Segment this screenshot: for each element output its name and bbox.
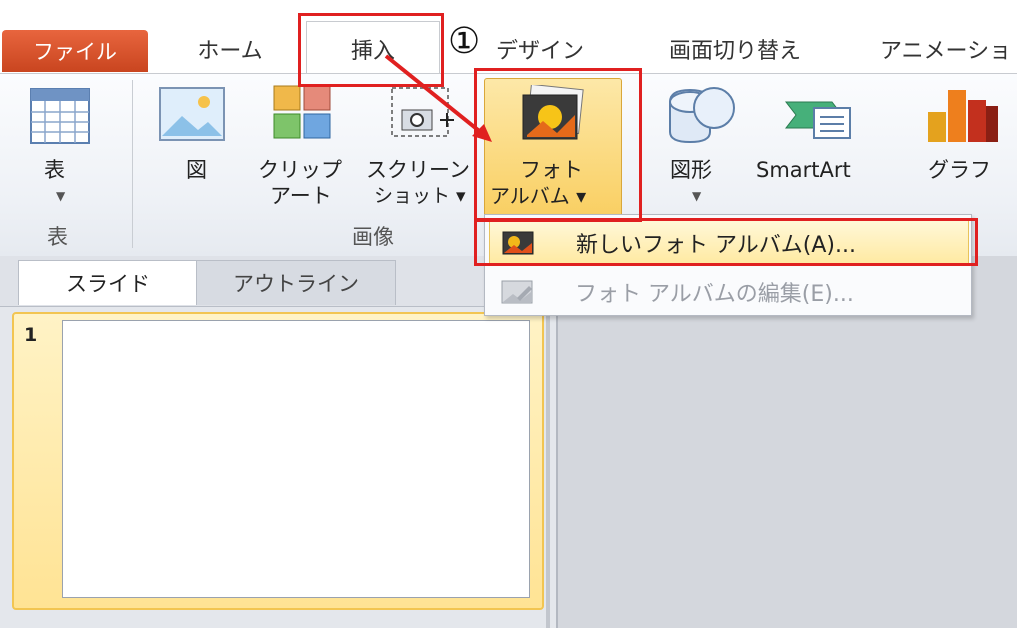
- clipart-icon: [273, 85, 331, 139]
- smartart-label: SmartArt: [756, 158, 851, 182]
- menu-item-edit-photo-album: フォト アルバムの編集(E)...: [489, 270, 967, 314]
- tab-file[interactable]: ファイル: [2, 30, 148, 72]
- chart-label: グラフ: [928, 158, 991, 182]
- tab-slides[interactable]: スライド: [18, 260, 198, 305]
- slide-thumbnail[interactable]: [62, 320, 530, 598]
- picture-button[interactable]: [150, 84, 240, 204]
- slide-number: 1: [24, 324, 38, 346]
- screenshot-label-line2: ショット ▾: [374, 185, 466, 207]
- tab-outline[interactable]: アウトライン: [196, 260, 396, 305]
- picture-icon: [159, 87, 225, 141]
- edit-photo-album-icon: [501, 280, 533, 304]
- chart-button[interactable]: [912, 84, 1017, 204]
- shapes-icon: [669, 87, 735, 144]
- screenshot-label-line1: スクリーン: [366, 158, 470, 182]
- chart-icon: [928, 90, 998, 142]
- group-separator: [132, 80, 133, 248]
- smartart-icon: [784, 101, 851, 139]
- shapes-dropdown-icon: ▼: [692, 189, 702, 203]
- group-label-images: 画像: [352, 225, 394, 249]
- picture-label: 図: [186, 158, 207, 182]
- highlight-new-photo-album: [474, 218, 978, 266]
- clipart-label-line2: アート: [270, 184, 332, 208]
- group-label-table: 表: [47, 225, 68, 249]
- menu-item-edit-photo-album-label: フォト アルバムの編集(E)...: [575, 282, 854, 307]
- tab-transitions[interactable]: 画面切り替え: [640, 25, 830, 73]
- shapes-label: 図形: [670, 158, 712, 182]
- table-dropdown-icon: ▼: [56, 189, 66, 203]
- tab-home[interactable]: ホーム: [175, 25, 285, 73]
- table-label: 表: [44, 158, 65, 182]
- panel-splitter[interactable]: [546, 312, 550, 628]
- tab-animations[interactable]: アニメーショ: [880, 25, 1017, 73]
- table-icon: [30, 88, 90, 144]
- arrow-icon: [384, 54, 492, 142]
- smartart-button[interactable]: [770, 84, 860, 204]
- clipart-label-line1: クリップ: [258, 158, 342, 182]
